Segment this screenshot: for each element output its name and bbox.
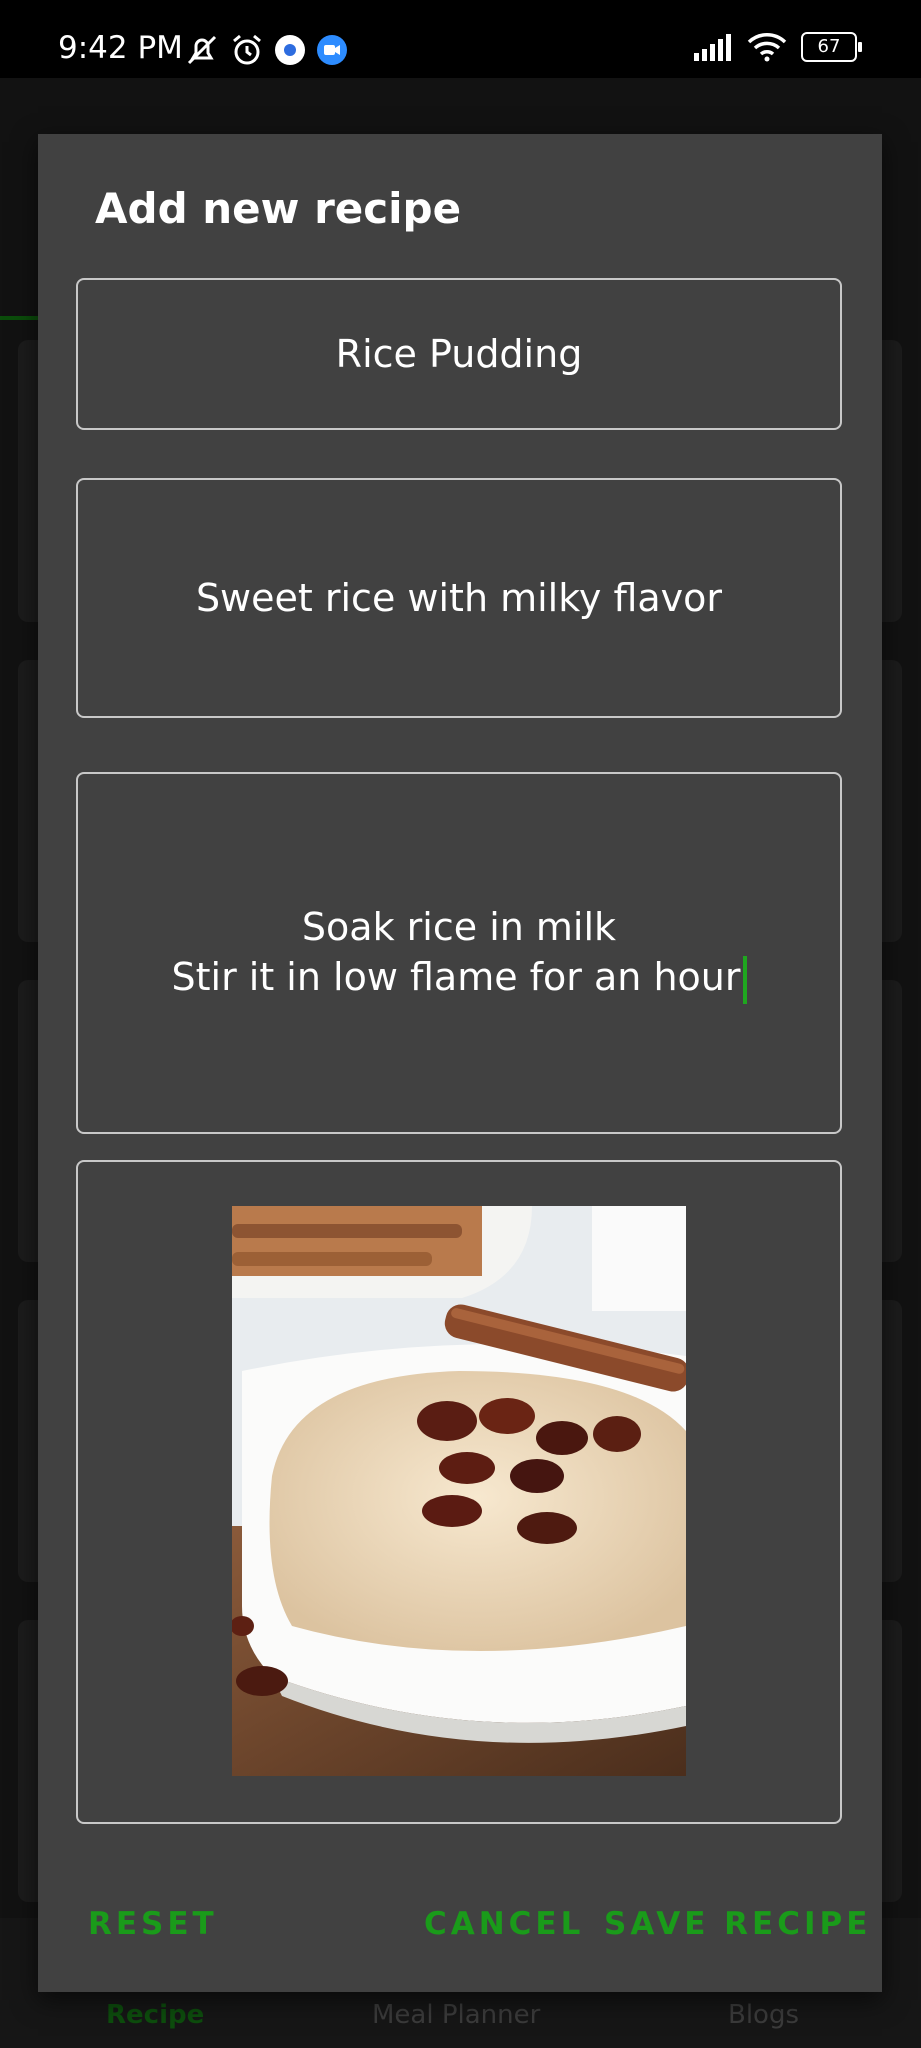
- nav-item-blogs: Blogs: [728, 2000, 800, 2030]
- app-notification-icon: [275, 35, 305, 65]
- nav-item-recipe: Recipe: [106, 2000, 205, 2030]
- recipe-description-field[interactable]: Sweet rice with milky flavor: [76, 478, 842, 718]
- battery-icon: 67: [801, 32, 862, 62]
- reset-button[interactable]: RESET: [88, 1906, 218, 1942]
- nav-item-meal-planner: Meal Planner: [372, 2000, 541, 2030]
- zoom-icon: [317, 35, 347, 65]
- recipe-image-field[interactable]: [76, 1160, 842, 1824]
- recipe-steps-field[interactable]: Soak rice in milk Stir it in low flame f…: [76, 772, 842, 1134]
- cancel-button[interactable]: CANCEL: [424, 1906, 584, 1942]
- status-notification-icons: [184, 32, 348, 68]
- status-bar: 9:42 PM 67: [0, 0, 921, 78]
- save-recipe-button[interactable]: SAVE RECIPE: [604, 1906, 871, 1942]
- recipe-name-field[interactable]: Rice Pudding: [76, 278, 842, 430]
- dialog-title: Add new recipe: [95, 184, 462, 233]
- signal-icon: [694, 34, 731, 61]
- recipe-steps-value: Soak rice in milk Stir it in low flame f…: [171, 905, 741, 1000]
- battery-level: 67: [817, 36, 841, 57]
- recipe-description-value: Sweet rice with milky flavor: [195, 576, 723, 620]
- wifi-icon: [747, 33, 787, 62]
- alarm-icon: [233, 34, 261, 65]
- status-time: 9:42 PM: [58, 30, 183, 66]
- add-recipe-dialog: Add new recipe Rice Pudding Sweet rice w…: [38, 134, 882, 1992]
- recipe-name-value: Rice Pudding: [335, 332, 583, 376]
- mute-alarm-icon: [187, 35, 217, 65]
- status-system-icons: 67: [693, 32, 862, 62]
- text-cursor: [742, 955, 747, 1004]
- rice-pudding-photo: [232, 1206, 686, 1776]
